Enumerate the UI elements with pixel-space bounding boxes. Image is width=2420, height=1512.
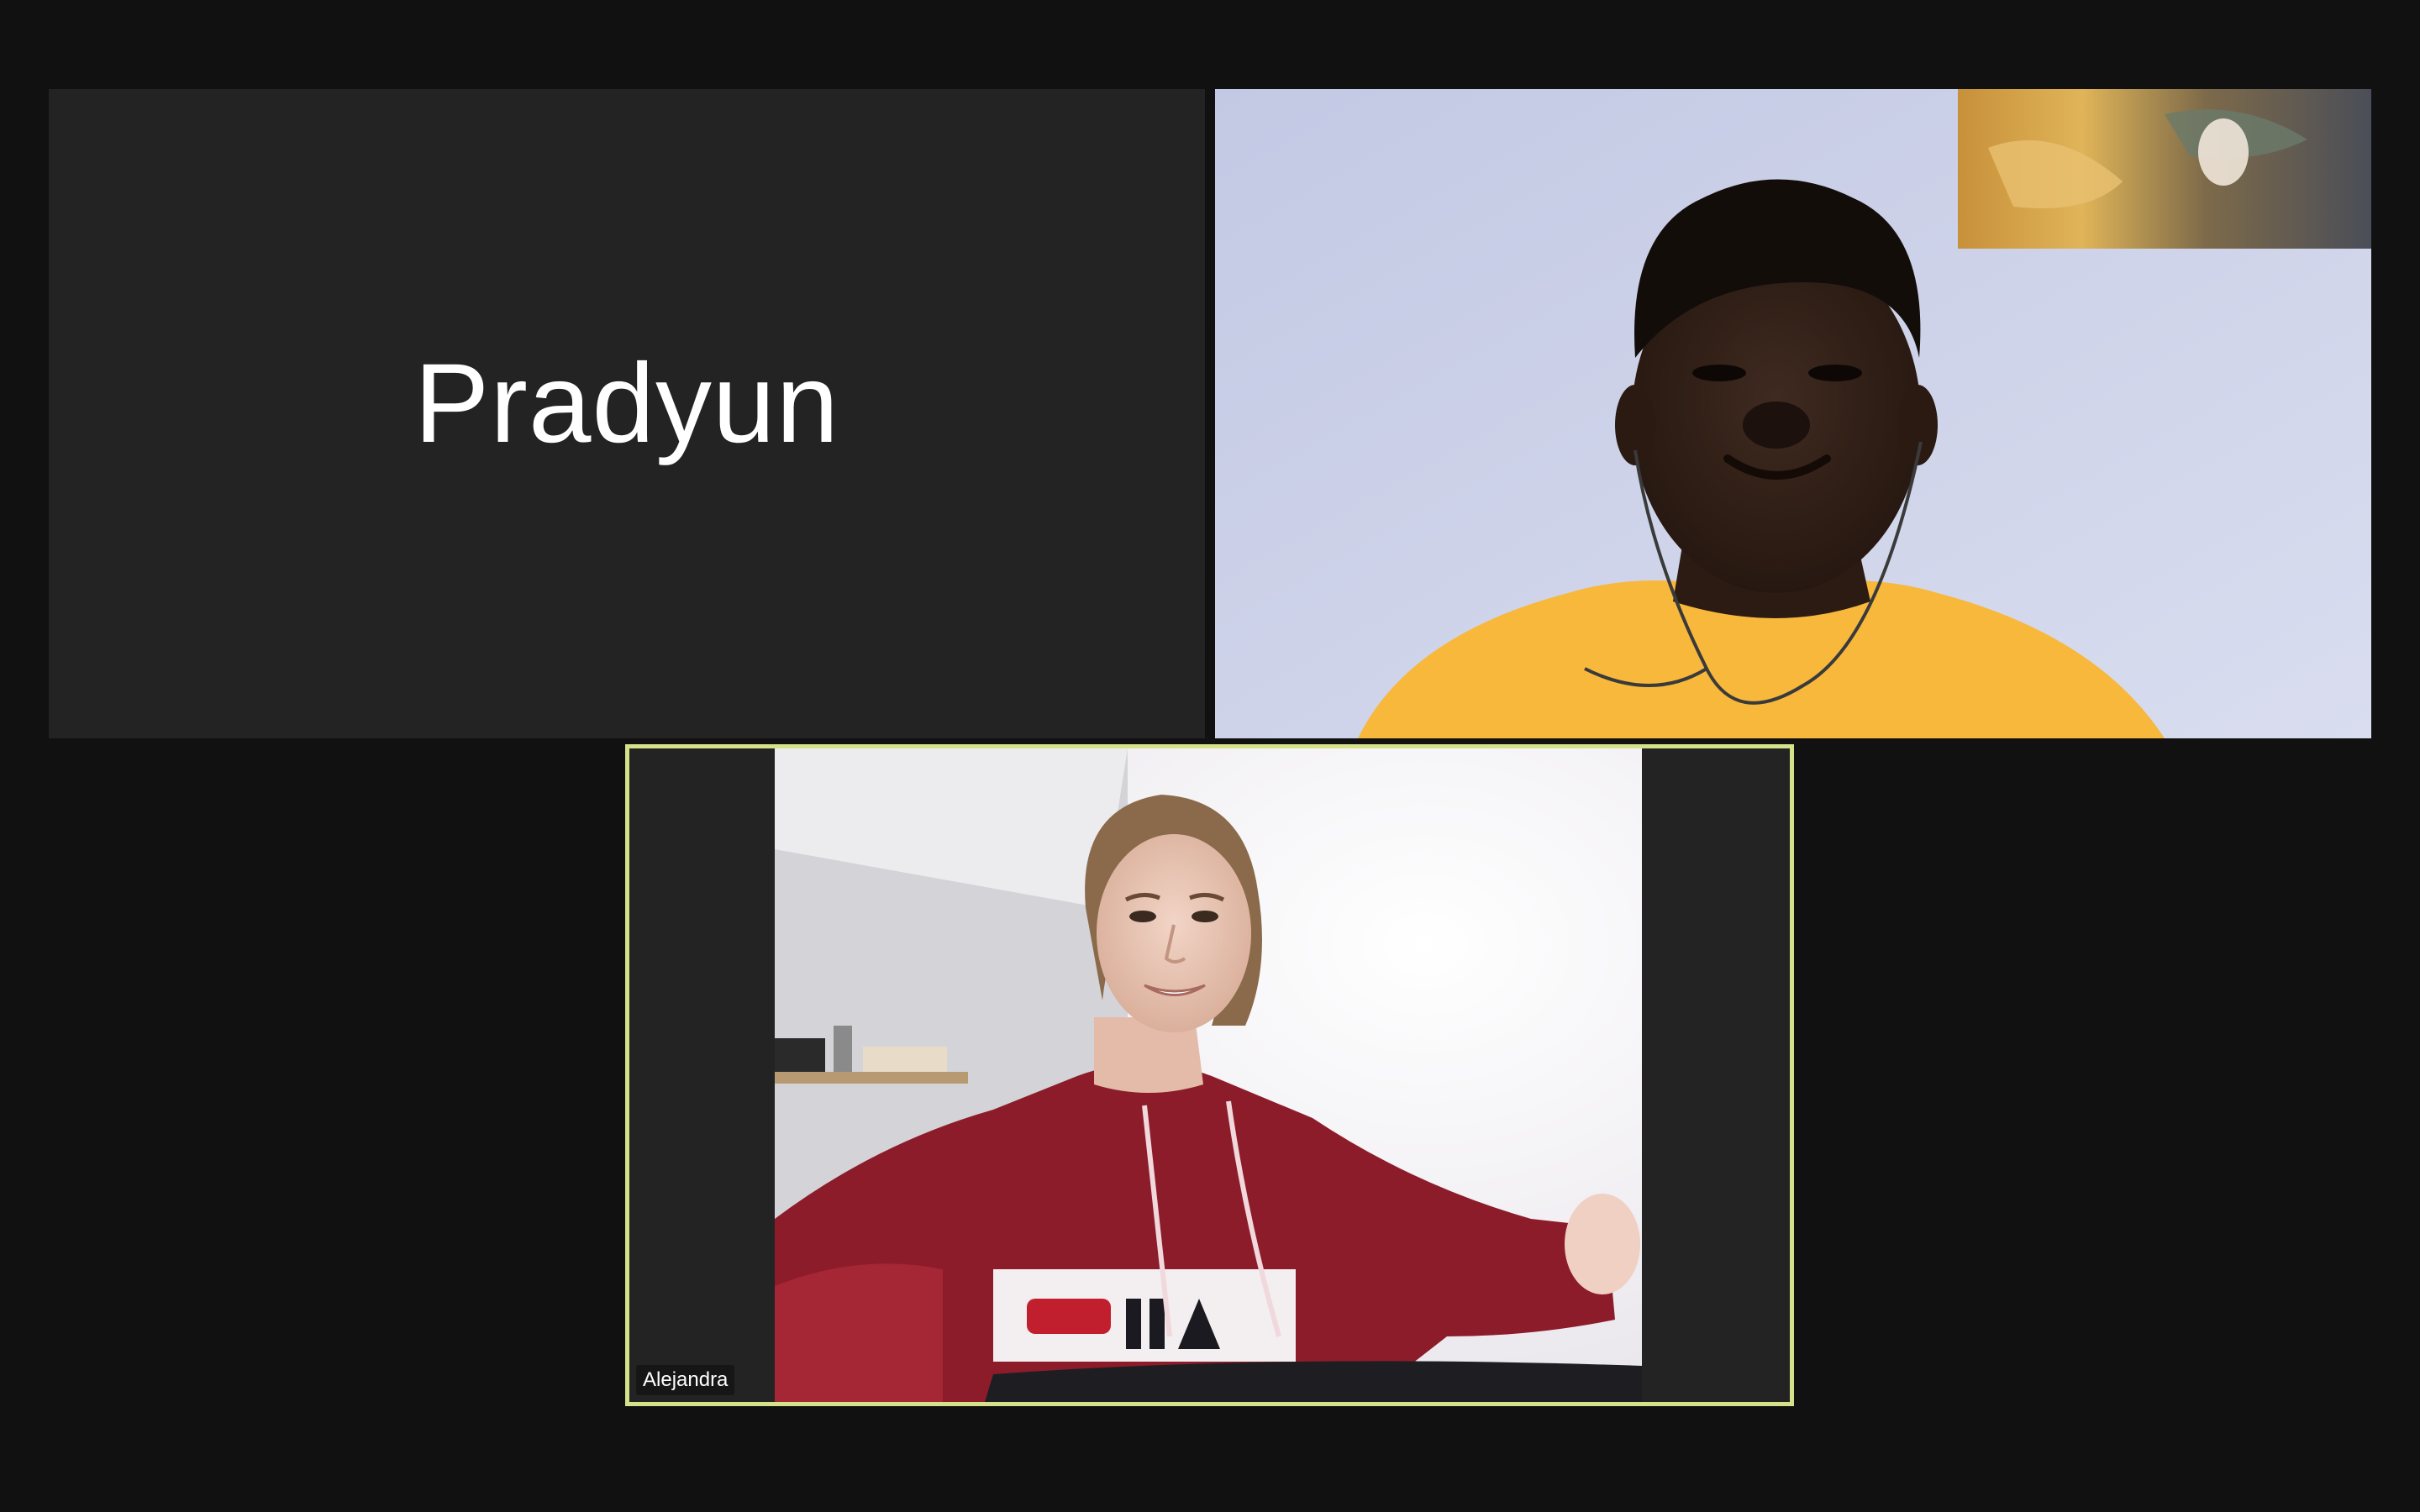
participant-video-area bbox=[775, 748, 1642, 1402]
painting-detail bbox=[2198, 118, 2249, 186]
right-eye bbox=[1192, 911, 1218, 922]
shelf-item bbox=[863, 1047, 947, 1072]
participant-video-feed bbox=[775, 748, 1642, 1402]
left-eye bbox=[1692, 365, 1746, 381]
hoodie-shadow bbox=[775, 1263, 943, 1402]
wall-shelf bbox=[775, 1072, 968, 1084]
participant-tile-pradyun[interactable]: Pradyun bbox=[49, 89, 1205, 738]
shelf-item bbox=[834, 1026, 852, 1072]
left-eye bbox=[1129, 911, 1156, 922]
hoodie-logo-letter bbox=[1150, 1299, 1165, 1349]
participant-tile-alejandra[interactable]: Alejandra bbox=[625, 744, 1794, 1406]
participant-name-display: Pradyun bbox=[413, 341, 840, 466]
right-eye bbox=[1808, 365, 1862, 381]
hoodie-logo-letter bbox=[1126, 1299, 1141, 1349]
participant-name-tag: Alejandra bbox=[636, 1365, 735, 1395]
hoodie-logo-block bbox=[1027, 1299, 1111, 1334]
participant-tile-video-2[interactable] bbox=[1215, 89, 2371, 738]
meeting-gallery: Pradyun Alejandra bbox=[0, 0, 2420, 1512]
shelf-item bbox=[775, 1038, 825, 1072]
face bbox=[1097, 834, 1251, 1032]
hand bbox=[1565, 1194, 1640, 1294]
nose bbox=[1743, 402, 1810, 449]
participant-video-feed bbox=[1215, 89, 2371, 738]
